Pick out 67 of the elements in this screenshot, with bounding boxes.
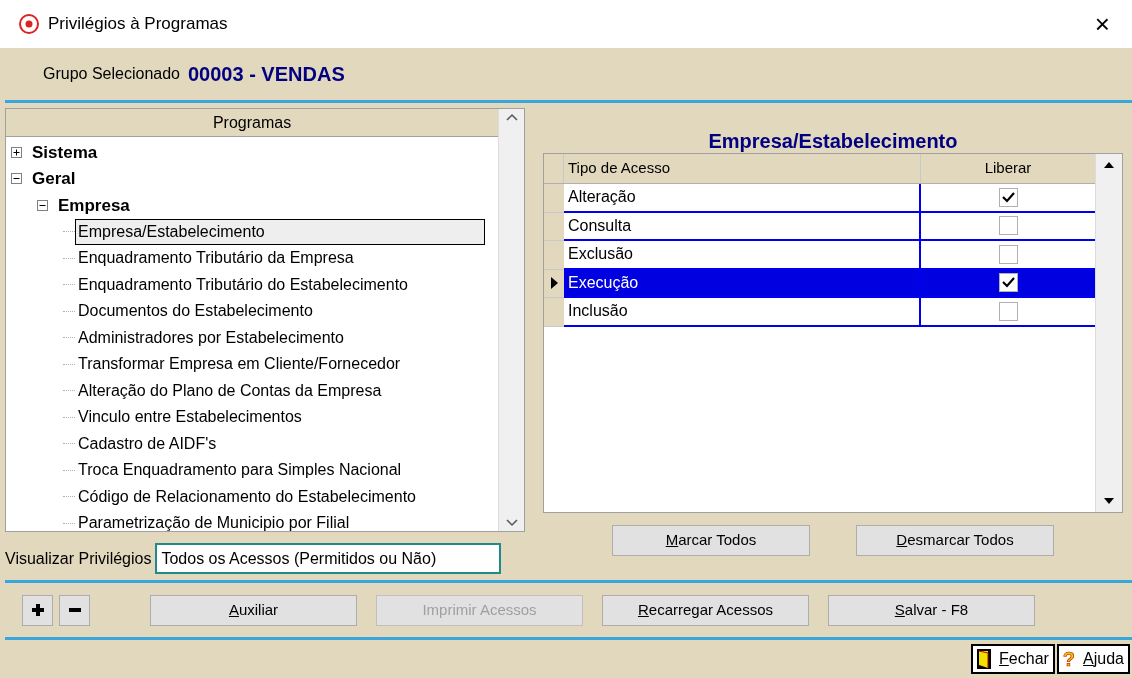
checkbox[interactable] xyxy=(998,187,1018,207)
row-header xyxy=(544,212,564,241)
table-row[interactable]: Alteração xyxy=(564,184,1095,213)
checkbox[interactable] xyxy=(998,244,1018,264)
table-cell: Alteração xyxy=(564,184,921,211)
action-button[interactable]: Auxiliar xyxy=(150,594,357,626)
chevron-up-icon[interactable] xyxy=(505,113,518,121)
row-pointer-icon xyxy=(550,277,558,290)
column-header: Tipo de Acesso xyxy=(564,154,921,183)
add-button[interactable] xyxy=(22,594,53,626)
table-cell: Inclusão xyxy=(564,298,921,325)
window-title: Privilégios à Programas xyxy=(48,13,228,36)
checkbox[interactable] xyxy=(998,273,1018,293)
table-cell: Execução xyxy=(564,269,921,296)
table-row[interactable]: Consulta xyxy=(564,212,1095,241)
tree-item[interactable]: Código de Relacionamento do Estabelecimento xyxy=(75,483,419,510)
table-row[interactable]: Inclusão xyxy=(564,298,1095,327)
tree-item[interactable]: Alteração do Plano de Contas da Empresa xyxy=(75,377,385,404)
scrollbar[interactable] xyxy=(1095,154,1122,512)
grid-button[interactable]: Marcar Todos xyxy=(612,525,810,556)
checkbox[interactable] xyxy=(998,301,1018,321)
close-button[interactable]: × xyxy=(1094,11,1110,37)
tree-item[interactable]: Empresa/Estabelecimento xyxy=(75,218,485,245)
tree-node[interactable]: Empresa xyxy=(56,192,132,218)
group-value: 00003 - VENDAS xyxy=(188,62,345,87)
collapse-icon[interactable] xyxy=(11,173,22,185)
tree-item[interactable]: Transformar Empresa em Cliente/Fornecedor xyxy=(75,351,404,378)
tree-node[interactable]: Geral xyxy=(30,166,78,192)
collapse-icon[interactable] xyxy=(37,199,48,211)
table-cell: Exclusão xyxy=(564,241,921,268)
table-row[interactable]: Exclusão xyxy=(564,241,1095,270)
status-button[interactable]: ? Ajuda xyxy=(1056,644,1130,674)
question-mark: ? xyxy=(1062,649,1076,669)
column-header: Liberar xyxy=(983,158,1033,179)
triangle-up-icon[interactable] xyxy=(1104,162,1114,168)
tree-item[interactable]: Enquadramento Tributário da Empresa xyxy=(75,245,357,272)
column-header: Programas xyxy=(6,109,498,137)
remove-button[interactable] xyxy=(59,594,90,626)
privileges-field[interactable]: Todos os Acessos (Permitidos ou Não) xyxy=(155,543,502,574)
tree-item[interactable]: Parametrização de Municipio por Filial xyxy=(75,510,353,531)
grid-button[interactable]: Desmarcar Todos xyxy=(856,525,1054,556)
status-button[interactable]: Fechar xyxy=(971,644,1055,674)
check-icon xyxy=(1001,277,1015,289)
table-cell: Consulta xyxy=(564,212,921,239)
tree-node[interactable]: Sistema xyxy=(30,139,100,165)
tree-item[interactable]: Cadastro de AIDF's xyxy=(75,430,220,457)
tree-item[interactable]: Vinculo entre Estabelecimentos xyxy=(75,404,305,431)
group-label: Grupo Selecionado xyxy=(43,64,180,84)
scrollbar[interactable] xyxy=(498,109,524,531)
view-privileges-label: Visualizar Privilégios xyxy=(5,548,152,569)
expand-icon[interactable] xyxy=(11,146,22,158)
tree-item[interactable]: Troca Enquadramento para Simples Nacional xyxy=(75,457,405,484)
table-row[interactable]: Execução xyxy=(564,269,1095,298)
panel-title: Empresa/Estabelecimento xyxy=(707,129,959,153)
chevron-down-icon[interactable] xyxy=(505,519,518,527)
action-button[interactable]: Recarregar Acessos xyxy=(602,594,809,626)
triangle-down-icon[interactable] xyxy=(1104,498,1114,504)
plus-icon xyxy=(31,604,44,616)
door-icon xyxy=(977,649,992,669)
minus-icon xyxy=(68,608,81,612)
tree-item[interactable]: Administradores por Estabelecimento xyxy=(75,324,347,351)
check-icon xyxy=(1001,191,1015,203)
tree-item[interactable]: Enquadramento Tributário do Estabelecimento xyxy=(75,271,411,298)
checkbox[interactable] xyxy=(998,216,1018,236)
action-button[interactable]: Salvar - F8 xyxy=(828,594,1035,626)
app-icon xyxy=(18,13,40,35)
tree-item[interactable]: Documentos do Estabelecimento xyxy=(75,298,316,325)
